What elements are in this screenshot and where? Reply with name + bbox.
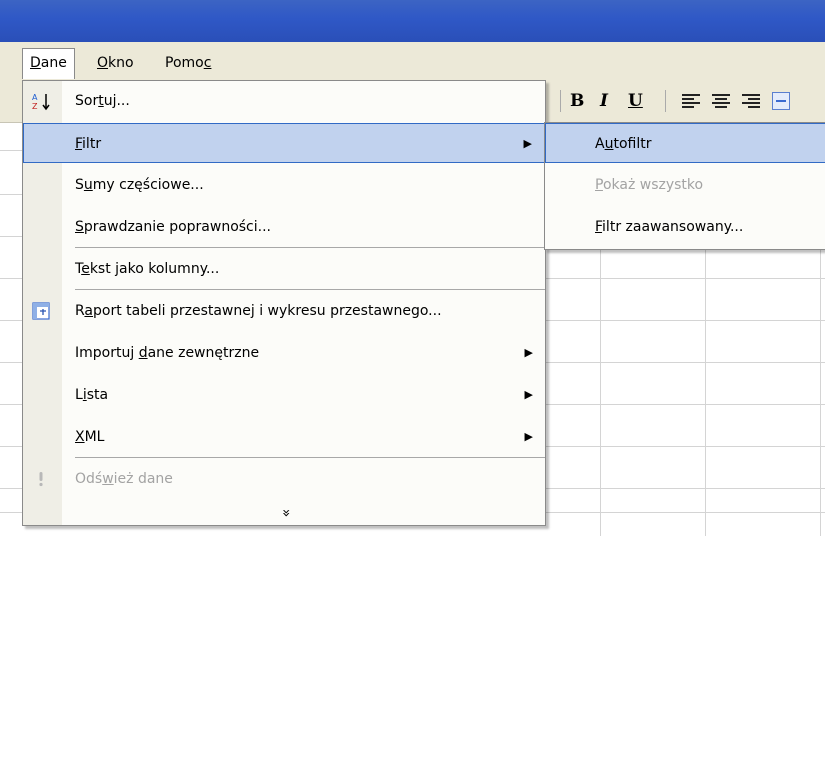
submenu-item-label: Autofiltr [595,136,652,152]
menu-okno-accel: O [97,55,109,71]
align-left-icon[interactable] [682,92,700,110]
menu-pomoc-accel: c [203,55,212,71]
menu-item-sortuj[interactable]: A Z Sortuj... [23,81,545,121]
submenu-arrow-icon: ▶ [524,430,533,443]
align-right-icon[interactable] [742,92,760,110]
sort-az-icon: A Z [32,93,50,111]
menu-item-label: Sumy częściowe... [75,177,204,193]
svg-text:Z: Z [32,102,38,111]
dane-menu-dropdown: A Z Sortuj... Filtr ▶ Sumy częściowe... … [22,80,546,526]
submenu-arrow-icon: ▶ [524,388,533,401]
menu-item-label: Lista [75,387,109,403]
exclamation-icon [39,472,43,487]
underline-button[interactable]: U [628,88,643,114]
menu-dane-rest: ane [40,55,67,71]
pivot-table-icon [32,302,50,320]
menu-separator [75,289,545,290]
menu-item-label: Raport tabeli przestawnej i wykresu prze… [75,303,442,319]
menu-dane-accel: D [30,55,41,71]
toolbar-separator [560,90,561,112]
align-center-icon[interactable] [712,92,730,110]
expand-menu-chevron-icon[interactable]: » [272,252,296,774]
submenu-item-filtr-zaawansowany[interactable]: Filtr zaawansowany... [545,207,825,247]
bold-button[interactable]: B [570,88,584,114]
italic-button[interactable]: I [600,88,608,114]
submenu-item-label: Pokaż wszystko [595,177,704,193]
toolbar-separator [665,90,666,112]
menu-item-sprawdzanie[interactable]: Sprawdzanie poprawności... [23,207,545,247]
menu-item-label: Filtr [75,136,102,152]
filtr-submenu: Autofiltr Pokaż wszystko Filtr zaawansow… [544,122,825,250]
submenu-arrow-icon: ▶ [523,137,532,150]
menu-separator [75,457,545,458]
menu-item-label: Importuj dane zewnętrzne [75,345,260,361]
menu-item-sumy-czesciowe[interactable]: Sumy częściowe... [23,165,545,205]
menu-okno[interactable]: Okno [90,50,141,76]
menu-item-label: Sortuj... [75,93,130,109]
submenu-item-pokaz-wszystko: Pokaż wszystko [545,165,825,205]
merge-center-icon[interactable] [772,92,790,110]
menu-item-label: Tekst jako kolumny... [75,261,220,277]
submenu-item-label: Filtr zaawansowany... [595,219,744,235]
menu-okno-rest: kno [108,55,134,71]
menu-separator [75,247,545,248]
submenu-item-autofiltr[interactable]: Autofiltr [545,123,825,163]
menu-item-label: XML [75,429,105,445]
menu-item-filtr[interactable]: Filtr ▶ [23,123,545,163]
menu-item-label: Sprawdzanie poprawności... [75,219,271,235]
window-title-bar[interactable] [0,0,825,42]
menu-pomoc-pre: Pomo [165,55,204,71]
svg-text:A: A [32,93,38,102]
menu-dane[interactable]: Dane [22,48,75,79]
submenu-arrow-icon: ▶ [524,346,533,359]
menu-item-label: Odśwież dane [75,471,173,487]
menu-pomoc[interactable]: Pomoc [158,50,218,76]
